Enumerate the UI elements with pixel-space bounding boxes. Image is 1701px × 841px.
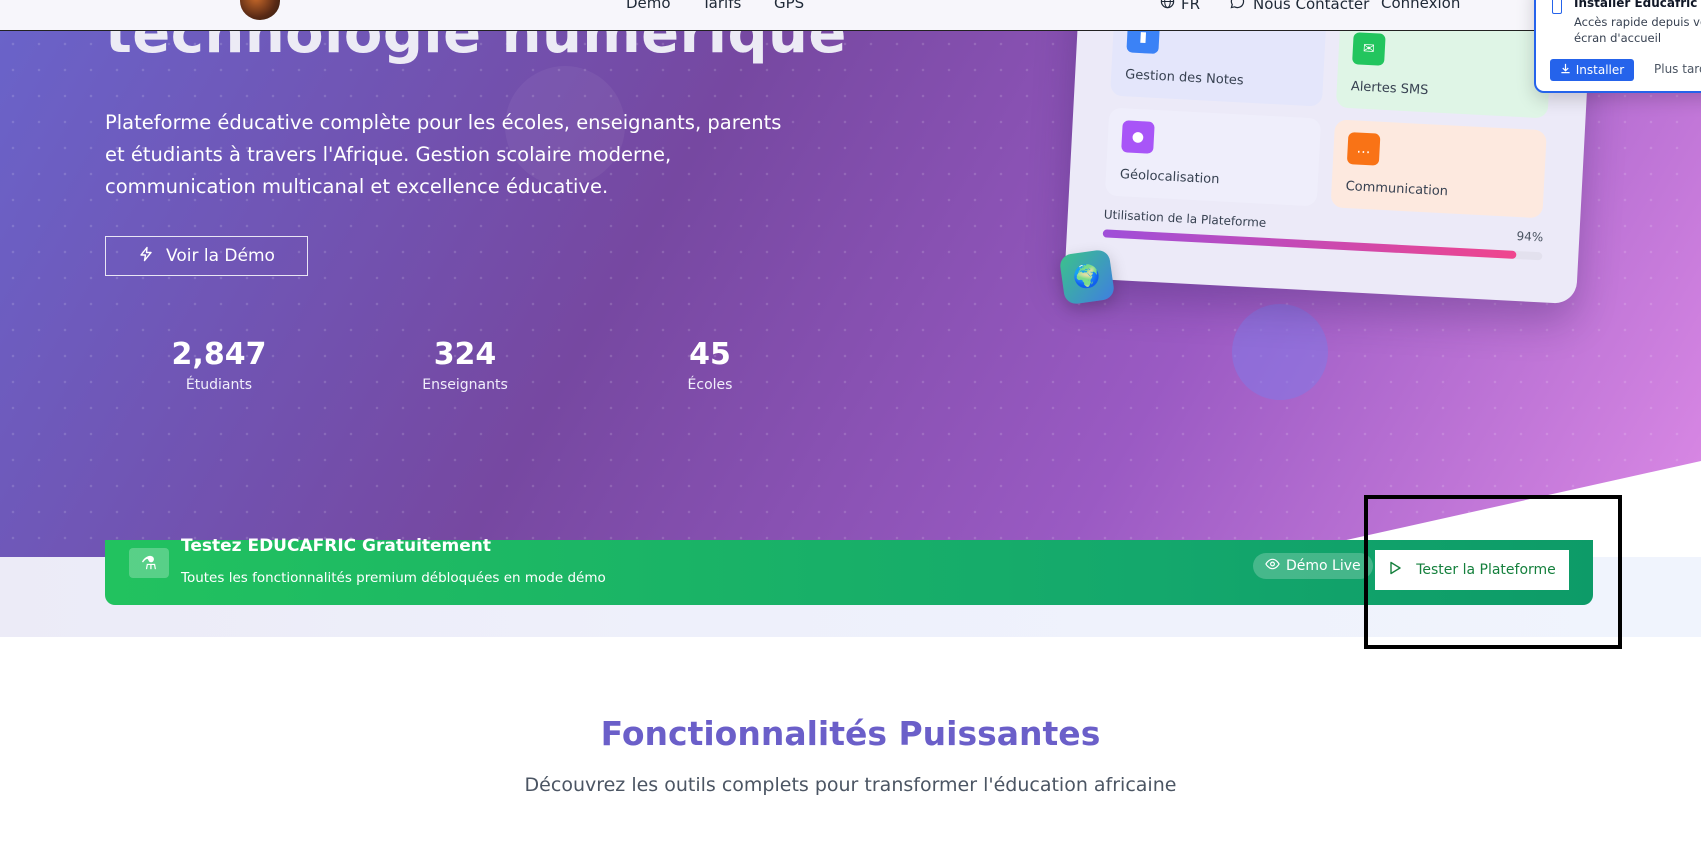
- chat-icon: …: [1346, 132, 1381, 166]
- later-button[interactable]: Plus tard: [1654, 62, 1701, 76]
- hero-section: technologie numérique Plateforme éducati…: [0, 31, 1701, 557]
- stat-value: 2,847: [171, 337, 267, 372]
- usage-percent: 94%: [1516, 229, 1544, 245]
- dashboard-mockup: ▮ Gestion des Notes ✉ Alertes SMS ● Géol…: [1064, 31, 1592, 305]
- chart-icon: ▮: [1126, 31, 1160, 55]
- feature-card-label: Alertes SMS: [1350, 79, 1429, 99]
- contact-label: Nous Contacter: [1253, 0, 1370, 13]
- free-trial-banner: ⚗ Testez EDUCAFRIC Gratuitement Toutes l…: [105, 536, 1593, 605]
- top-navbar: Démo Tarifs GPS FR Nous Contacter Connex…: [0, 0, 1701, 31]
- install-button[interactable]: Installer: [1550, 59, 1634, 81]
- login-link[interactable]: Connexion: [1381, 0, 1460, 12]
- hero-title: technologie numérique: [105, 31, 847, 66]
- stat-value: 45: [689, 337, 731, 372]
- install-popup-description: Accès rapide depuis votre écran d'accuei…: [1574, 15, 1701, 45]
- logo[interactable]: [240, 0, 280, 20]
- flask-icon: ⚗: [129, 548, 169, 578]
- nav-link-tarifs[interactable]: Tarifs: [702, 0, 741, 12]
- globe-icon: [1160, 0, 1175, 13]
- usage-progress-fill: [1102, 229, 1517, 259]
- view-demo-button[interactable]: Voir la Démo: [105, 236, 308, 276]
- decorative-blob: [1232, 304, 1328, 400]
- demo-live-label: Démo Live: [1286, 558, 1361, 574]
- banner-title: Testez EDUCAFRIC Gratuitement: [181, 536, 492, 556]
- contact-link[interactable]: Nous Contacter: [1230, 0, 1369, 13]
- smartphone-icon: [1552, 0, 1562, 14]
- language-label: FR: [1181, 0, 1201, 13]
- view-demo-label: Voir la Démo: [166, 246, 275, 266]
- install-button-label: Installer: [1575, 63, 1625, 77]
- usage-progress-bar: [1102, 229, 1543, 261]
- install-popup-title: Installer Educafric: [1574, 0, 1698, 10]
- sms-icon: ✉: [1352, 32, 1386, 66]
- nav-link-demo[interactable]: Démo: [626, 0, 671, 12]
- test-platform-button[interactable]: Tester la Plateforme: [1375, 550, 1569, 590]
- stat-label: Étudiants: [185, 377, 253, 393]
- feature-card-label: Géolocalisation: [1119, 167, 1220, 188]
- feature-card-grades: ▮ Gestion des Notes: [1110, 31, 1327, 107]
- hero-description: Plateforme éducative complète pour les é…: [105, 111, 782, 198]
- feature-card-label: Communication: [1345, 178, 1449, 200]
- download-icon: [1560, 63, 1571, 77]
- stat-value: 324: [433, 337, 497, 372]
- earth-globe-icon: 🌍: [1058, 248, 1116, 306]
- feature-card-sms: ✉ Alertes SMS: [1335, 31, 1553, 119]
- play-icon: [1388, 561, 1402, 579]
- stat-schools: 45 Écoles: [630, 337, 790, 393]
- feature-card-geolocation: ● Géolocalisation: [1104, 107, 1322, 207]
- features-subtitle: Découvrez les outils complets pour trans…: [524, 774, 1177, 796]
- zap-icon: [138, 246, 154, 267]
- nav-link-gps[interactable]: GPS: [774, 0, 804, 12]
- banner-subtitle: Toutes les fonctionnalités premium déblo…: [181, 570, 606, 586]
- usage-label: Utilisation de la Plateforme: [1103, 207, 1267, 230]
- message-circle-icon: [1230, 0, 1245, 13]
- test-platform-label: Tester la Plateforme: [1416, 562, 1556, 578]
- features-title: Fonctionnalités Puissantes: [600, 714, 1101, 753]
- eye-icon: [1265, 558, 1280, 574]
- stat-label: Écoles: [687, 377, 733, 393]
- language-selector[interactable]: FR: [1160, 0, 1200, 13]
- map-pin-icon: ●: [1121, 120, 1155, 154]
- feature-card-communication: … Communication: [1330, 119, 1547, 219]
- stat-students: 2,847 Étudiants: [139, 337, 299, 393]
- demo-live-badge: Démo Live: [1253, 553, 1373, 579]
- stat-label: Enseignants: [422, 377, 508, 393]
- stat-teachers: 324 Enseignants: [385, 337, 545, 393]
- install-app-popup: Installer Educafric Accès rapide depuis …: [1534, 0, 1701, 93]
- feature-card-label: Gestion des Notes: [1124, 67, 1245, 89]
